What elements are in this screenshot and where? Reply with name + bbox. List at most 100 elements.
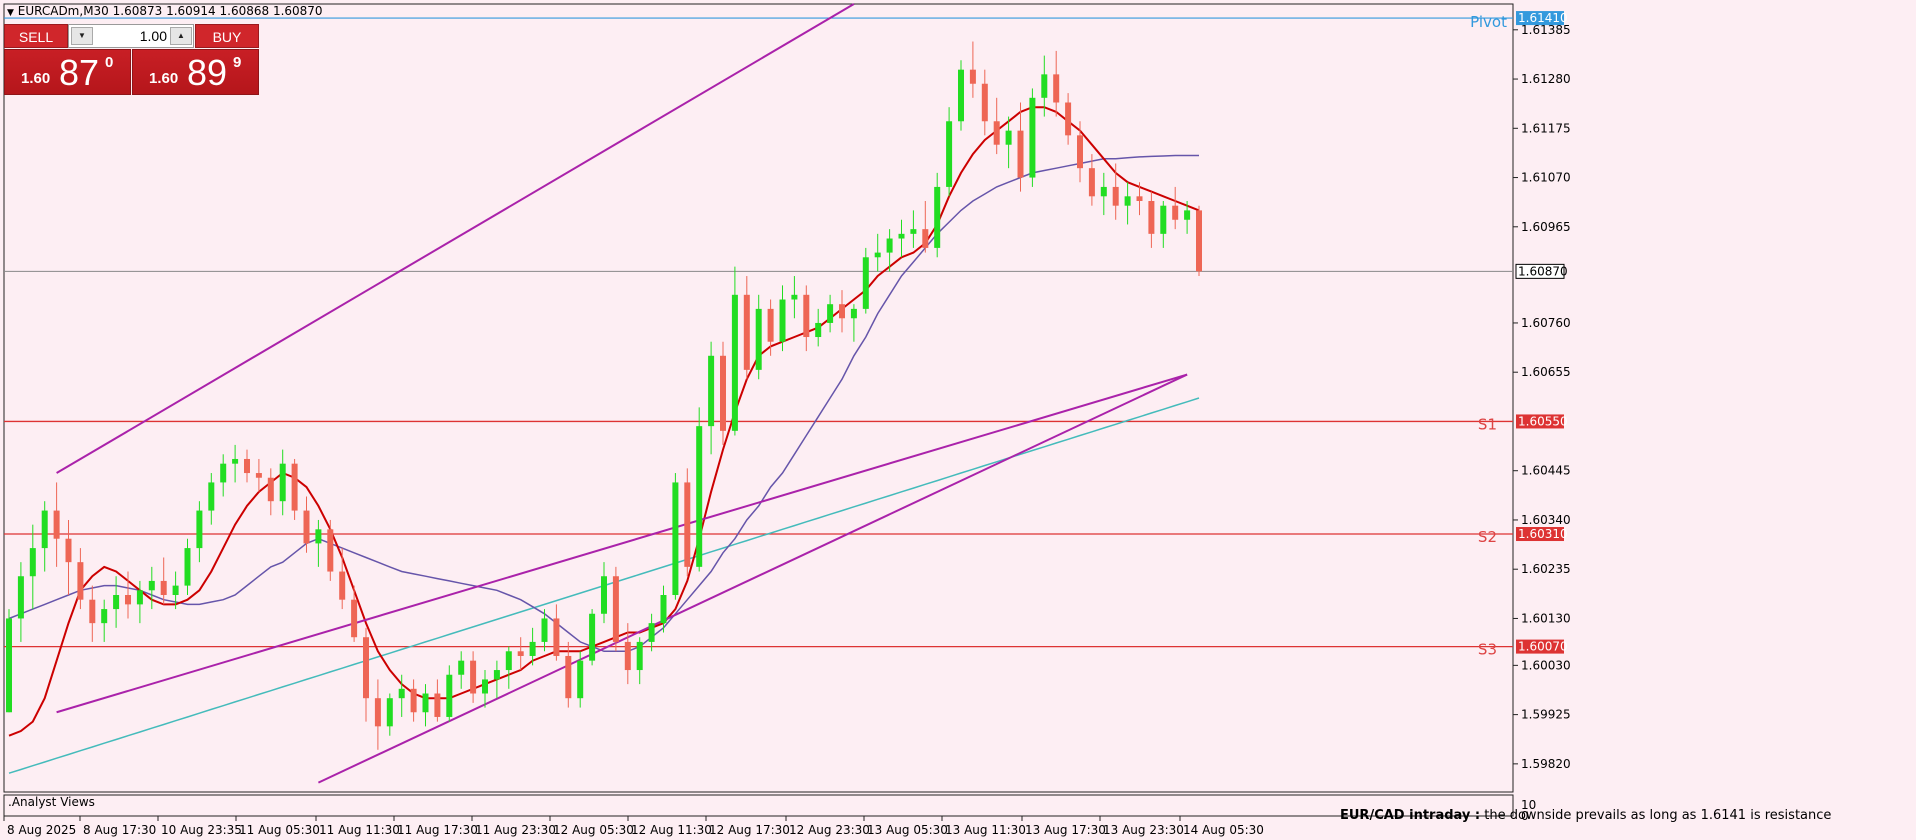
price-tick-label: 1.60965 — [1521, 220, 1571, 234]
candle-body — [1053, 74, 1060, 103]
candle — [267, 468, 274, 516]
candle-body — [196, 510, 203, 549]
candle-body — [636, 641, 643, 671]
candle-body — [612, 576, 619, 642]
candle-body — [1005, 130, 1012, 145]
candle — [958, 60, 964, 131]
candle-body — [624, 641, 631, 671]
candle-body — [89, 599, 96, 624]
candle-body — [6, 618, 12, 713]
candle — [470, 651, 477, 703]
candle-body — [803, 294, 810, 338]
buy-price-pips: 89 — [187, 52, 228, 93]
candle — [17, 562, 24, 642]
time-label: 8 Aug 2025 — [7, 823, 76, 837]
sell-price-box[interactable]: 1.60 87 0 — [4, 49, 131, 95]
candle-body — [684, 482, 691, 567]
s2-price-tag-label: 1.60310 — [1518, 527, 1568, 541]
sell-button[interactable]: SELL — [4, 24, 68, 48]
candle-body — [1100, 186, 1107, 197]
candle-body — [981, 83, 988, 122]
candle — [1065, 93, 1072, 145]
lot-size-field: ▼ 1.00 ▲ — [68, 24, 194, 48]
caret-up-icon: ▲ — [177, 31, 185, 40]
triangle-down-icon: ▼ — [7, 8, 14, 18]
candle — [279, 449, 286, 516]
candle — [934, 172, 941, 258]
candle — [1148, 191, 1155, 248]
chart-frame — [3, 3, 1514, 817]
candle-body — [386, 698, 393, 727]
candle — [517, 637, 524, 671]
caret-down-icon: ▼ — [78, 31, 86, 40]
candle — [601, 562, 607, 624]
candle-body — [969, 69, 976, 84]
candle — [53, 482, 60, 567]
candle — [1005, 116, 1012, 169]
time-label: 11 Aug 05:30 — [239, 823, 320, 837]
candle-body — [184, 548, 191, 586]
level-label-s2: S2 — [1478, 528, 1497, 546]
candle-body — [565, 655, 572, 699]
candle-body — [303, 510, 310, 544]
candle-body — [731, 294, 738, 431]
candle-body — [1124, 196, 1131, 206]
lot-size-input[interactable]: 1.00 — [95, 25, 167, 47]
buy-price-box[interactable]: 1.60 89 9 — [132, 49, 259, 95]
candle — [815, 308, 822, 347]
candle — [363, 627, 369, 722]
chart-canvas[interactable]: S1S2S3Pivot 1.613851.612801.611751.61070… — [0, 0, 1916, 840]
candle — [1029, 88, 1036, 187]
candle — [184, 538, 191, 595]
candle-body — [850, 308, 857, 319]
s3-price-tag-label: 1.60070 — [1518, 640, 1568, 654]
candle-body — [65, 538, 72, 563]
channel-line-3[interactable] — [317, 373, 1188, 784]
increase-lot-button[interactable]: ▲ — [170, 27, 192, 45]
time-label: 13 Aug 11:30 — [945, 823, 1026, 837]
candle-body — [493, 670, 500, 680]
price-tick-label: 1.60130 — [1521, 611, 1571, 625]
candle-body — [922, 229, 929, 248]
time-label: 12 Aug 17:30 — [709, 823, 790, 837]
time-label: 13 Aug 23:30 — [1103, 823, 1184, 837]
candle — [648, 613, 655, 652]
price-tick-label: 1.60340 — [1521, 513, 1571, 527]
candle — [244, 449, 250, 483]
candle-body — [422, 693, 429, 713]
price-tick-label: 1.61175 — [1521, 121, 1571, 135]
candle — [1077, 121, 1083, 183]
candle — [220, 454, 227, 497]
candle — [803, 285, 810, 352]
candle — [1053, 50, 1060, 117]
buy-price-fraction: 9 — [233, 54, 242, 71]
candle-body — [1017, 130, 1024, 178]
pivot-price-tag-label: 1.61410 — [1518, 11, 1568, 25]
candle — [422, 684, 429, 727]
candle — [434, 679, 441, 722]
candle-body — [946, 121, 953, 187]
candle-body — [1160, 205, 1167, 234]
candle-body — [220, 463, 227, 483]
candle — [374, 679, 381, 750]
price-tick-label: 1.59820 — [1521, 757, 1571, 771]
candle-body — [244, 458, 250, 474]
price-tick-label: 1.60760 — [1521, 316, 1571, 330]
candle — [696, 407, 703, 572]
candle-body — [17, 576, 24, 619]
chart-border — [3, 3, 1514, 793]
candle-body — [815, 322, 822, 338]
price-tick-label: 1.61280 — [1521, 72, 1571, 86]
candle — [874, 233, 881, 272]
candle — [910, 210, 917, 248]
decrease-lot-button[interactable]: ▼ — [71, 27, 93, 45]
level-label-s3: S3 — [1478, 641, 1497, 659]
candle-body — [886, 238, 893, 253]
buy-button[interactable]: BUY — [195, 24, 259, 48]
symbol-title: ▼ EURCADm,M30 1.60873 1.60914 1.60868 1.… — [7, 4, 323, 18]
sell-price-prefix: 1.60 — [21, 70, 51, 87]
analyst-commentary: EUR/CAD intraday : the downside prevails… — [1340, 808, 1831, 823]
sell-price-pips: 87 — [59, 52, 100, 93]
current-price-tag-label: 1.60870 — [1518, 264, 1568, 278]
candle — [29, 524, 36, 610]
